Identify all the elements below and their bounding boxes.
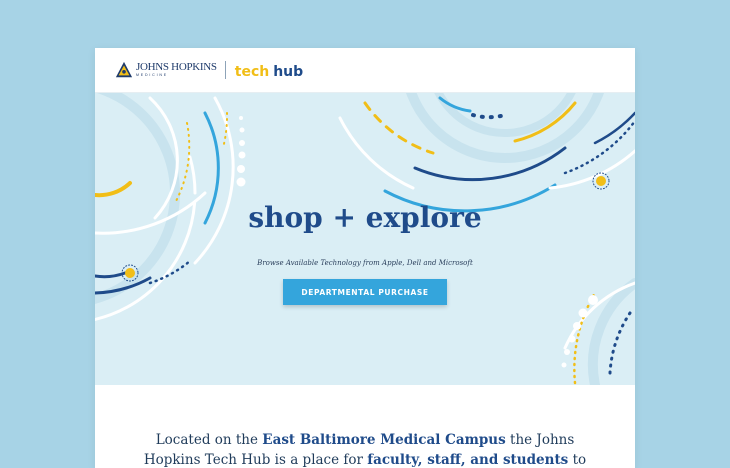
intro-paragraph: Located on the East Baltimore Medical Ca…	[125, 430, 605, 468]
johns-hopkins-wordmark: JOHNS HOPKINS	[136, 61, 217, 74]
tech-hub-logo[interactable]: tech hub	[235, 61, 303, 80]
tech-hub-logo-tech: tech	[234, 63, 270, 80]
intro-line-2: Hopkins Tech Hub is a place for faculty,…	[143, 452, 587, 468]
intro-line-1: Located on the East Baltimore Medical Ca…	[155, 432, 575, 448]
header-bar: JOHNS HOPKINS MEDICINE tech hub	[95, 48, 635, 93]
hero-banner: shop + explore Browse Available Technolo…	[95, 93, 635, 385]
departmental-purchase-button[interactable]: DEPARTMENTAL PURCHASE	[283, 279, 447, 305]
decorative-arcs	[95, 93, 635, 385]
campus-name: East Baltimore Medical Campus	[262, 432, 506, 448]
hero-title: shop + explore	[248, 201, 482, 234]
johns-hopkins-shield-icon	[115, 61, 133, 78]
johns-hopkins-logo[interactable]: JOHNS HOPKINS MEDICINE	[115, 61, 217, 79]
hero-subtitle: Browse Available Technology from Apple, …	[257, 259, 473, 267]
email-card: JOHNS HOPKINS MEDICINE tech hub shop + e…	[95, 48, 635, 468]
audience-text: faculty, staff, and students	[367, 452, 569, 468]
tech-hub-logo-hub: hub	[273, 63, 304, 80]
logo-divider	[224, 61, 226, 79]
medicine-wordmark: MEDICINE	[136, 73, 168, 78]
